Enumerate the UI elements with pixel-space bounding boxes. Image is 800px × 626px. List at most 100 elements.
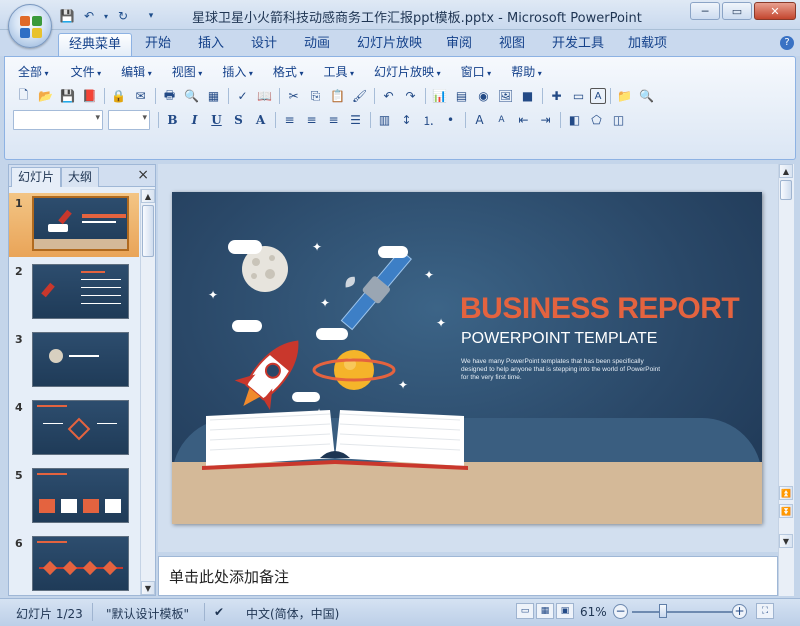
zoom-slider-thumb[interactable] — [658, 604, 667, 618]
language-status[interactable]: 中文(简体，中国) — [246, 605, 339, 622]
cut-icon[interactable]: ✂ — [283, 86, 304, 107]
scroll-up-icon[interactable]: ▲ — [779, 164, 793, 178]
notes-pane[interactable]: 单击此处添加备注 — [158, 556, 778, 596]
slide-thumbnail-5[interactable]: 5 — [9, 465, 139, 529]
menu-format[interactable]: 格式 — [266, 63, 311, 81]
tab-design[interactable]: 设计 — [241, 33, 287, 56]
save-icon[interactable]: 💾 — [58, 7, 76, 25]
align-left-icon[interactable]: ≡ — [279, 110, 300, 131]
tab-insert[interactable]: 插入 — [188, 33, 234, 56]
arrange-icon[interactable]: ◧ — [564, 110, 585, 131]
folder-icon[interactable]: 📁 — [614, 86, 635, 107]
close-pane-icon[interactable]: × — [137, 167, 149, 183]
menu-help[interactable]: 帮助 — [504, 63, 549, 81]
slideshow-view-icon[interactable]: ▣ — [556, 603, 574, 619]
redo-icon[interactable]: ↻ — [114, 7, 132, 25]
slide-thumbnail-2[interactable]: 2 — [9, 261, 139, 325]
menu-file[interactable]: 文件 — [64, 63, 109, 81]
italic-button[interactable]: I — [184, 110, 205, 131]
picture-icon[interactable]: 🖼 — [495, 86, 516, 107]
menu-tools[interactable]: 工具 — [316, 63, 361, 81]
menu-edit[interactable]: 编辑 — [114, 63, 159, 81]
scroll-down-icon[interactable]: ▼ — [779, 534, 793, 548]
clipart-icon[interactable]: ◉ — [473, 86, 494, 107]
permission-icon[interactable]: 🔒 — [108, 86, 129, 107]
research-icon[interactable]: 📖 — [254, 86, 275, 107]
tab-review[interactable]: 审阅 — [436, 33, 482, 56]
slide-thumbnail-1[interactable]: 1 — [9, 193, 139, 257]
scroll-up-icon[interactable]: ▲ — [141, 189, 155, 203]
slide-thumbnail-4[interactable]: 4 — [9, 397, 139, 461]
slide-sorter-icon[interactable]: ▦ — [536, 603, 554, 619]
scroll-down-icon[interactable]: ▼ — [141, 581, 155, 595]
menu-slideshow[interactable]: 幻灯片放映 — [367, 63, 448, 81]
open-icon[interactable]: 📂 — [35, 86, 56, 107]
increase-indent-icon[interactable]: ⇥ — [535, 110, 556, 131]
customize-icon[interactable]: ▾ — [142, 7, 160, 25]
slide-title[interactable]: BUSINESS REPORT — [460, 292, 740, 326]
scroll-thumb[interactable] — [142, 205, 154, 257]
zoom-out-icon[interactable]: − — [613, 604, 628, 619]
justify-icon[interactable]: ☰ — [345, 110, 366, 131]
tab-view[interactable]: 视图 — [489, 33, 535, 56]
previous-slide-icon[interactable]: ⏫ — [779, 486, 793, 500]
undo-icon[interactable]: ↶ — [80, 7, 98, 25]
tab-outline[interactable]: 大纲 — [61, 167, 100, 187]
font-name-combo[interactable] — [13, 110, 103, 130]
find-icon[interactable]: 🔍 — [636, 86, 657, 107]
decrease-font-icon[interactable]: A — [491, 110, 512, 131]
zoom-in-icon[interactable]: + — [732, 604, 747, 619]
color-grayscale-icon[interactable]: ■ — [517, 86, 538, 107]
pdf-icon[interactable]: 📕 — [79, 86, 100, 107]
new-slide-icon[interactable]: ✚ — [546, 86, 567, 107]
numbering-icon[interactable]: ⒈ — [418, 110, 439, 131]
menu-view[interactable]: 视图 — [165, 63, 210, 81]
table-icon[interactable]: ▤ — [451, 86, 472, 107]
chart-icon[interactable]: 📊 — [429, 86, 450, 107]
tab-home[interactable]: 开始 — [135, 33, 181, 56]
undo-icon[interactable]: ↶ — [378, 86, 399, 107]
fit-to-window-icon[interactable]: ⛶ — [756, 603, 774, 619]
shapes-icon[interactable]: ⬠ — [586, 110, 607, 131]
spell-check-icon[interactable]: ✔ — [214, 605, 224, 619]
font-size-combo[interactable] — [108, 110, 150, 130]
redo-icon[interactable]: ↷ — [400, 86, 421, 107]
increase-font-icon[interactable]: A — [469, 110, 490, 131]
close-button[interactable]: ✕ — [754, 2, 796, 20]
scroll-thumb[interactable] — [780, 180, 792, 200]
shadow-button[interactable]: S — [228, 110, 249, 131]
zoom-level[interactable]: 61% — [580, 605, 607, 619]
font-color-button[interactable]: A — [250, 110, 271, 131]
spelling-icon[interactable]: ✓ — [232, 86, 253, 107]
align-right-icon[interactable]: ≡ — [323, 110, 344, 131]
menu-window[interactable]: 窗口 — [454, 63, 499, 81]
align-center-icon[interactable]: ≡ — [301, 110, 322, 131]
tab-slideshow[interactable]: 幻灯片放映 — [347, 33, 432, 56]
copy-icon[interactable]: ⎘ — [305, 86, 326, 107]
next-slide-icon[interactable]: ⏬ — [779, 504, 793, 518]
slide-body-text[interactable]: We have many PowerPoint templates that h… — [461, 358, 661, 382]
print-layout-icon[interactable]: ▦ — [203, 86, 224, 107]
slide-thumbnail-6[interactable]: 6 — [9, 533, 139, 595]
paste-icon[interactable]: 📋 — [327, 86, 348, 107]
slide-layout-icon[interactable]: ▭ — [568, 86, 589, 107]
slide-subtitle[interactable]: POWERPOINT TEMPLATE — [461, 330, 657, 348]
help-icon[interactable]: ? — [780, 36, 794, 50]
thumbnails-scrollbar[interactable]: ▲ ▼ — [140, 189, 155, 595]
tab-developer[interactable]: 开发工具 — [542, 33, 614, 56]
tab-animation[interactable]: 动画 — [294, 33, 340, 56]
textbox-icon[interactable]: A — [590, 88, 606, 104]
slide-scrollbar[interactable]: ▲ ⏫ ⏬ ▼ — [778, 164, 794, 596]
print-icon[interactable]: 🖶 — [159, 86, 180, 107]
bold-button[interactable]: B — [162, 110, 183, 131]
menu-all[interactable]: 全部 — [11, 63, 56, 81]
minimize-button[interactable]: ─ — [690, 2, 720, 20]
email-icon[interactable]: ✉ — [130, 86, 151, 107]
normal-view-icon[interactable]: ▭ — [516, 603, 534, 619]
tab-addins[interactable]: 加载项 — [618, 33, 677, 56]
slide-thumbnail-3[interactable]: 3 — [9, 329, 139, 393]
underline-button[interactable]: U — [206, 110, 227, 131]
line-spacing-icon[interactable]: ↕ — [396, 110, 417, 131]
bullets-icon[interactable]: • — [440, 110, 461, 131]
zoom-slider[interactable] — [632, 611, 732, 613]
